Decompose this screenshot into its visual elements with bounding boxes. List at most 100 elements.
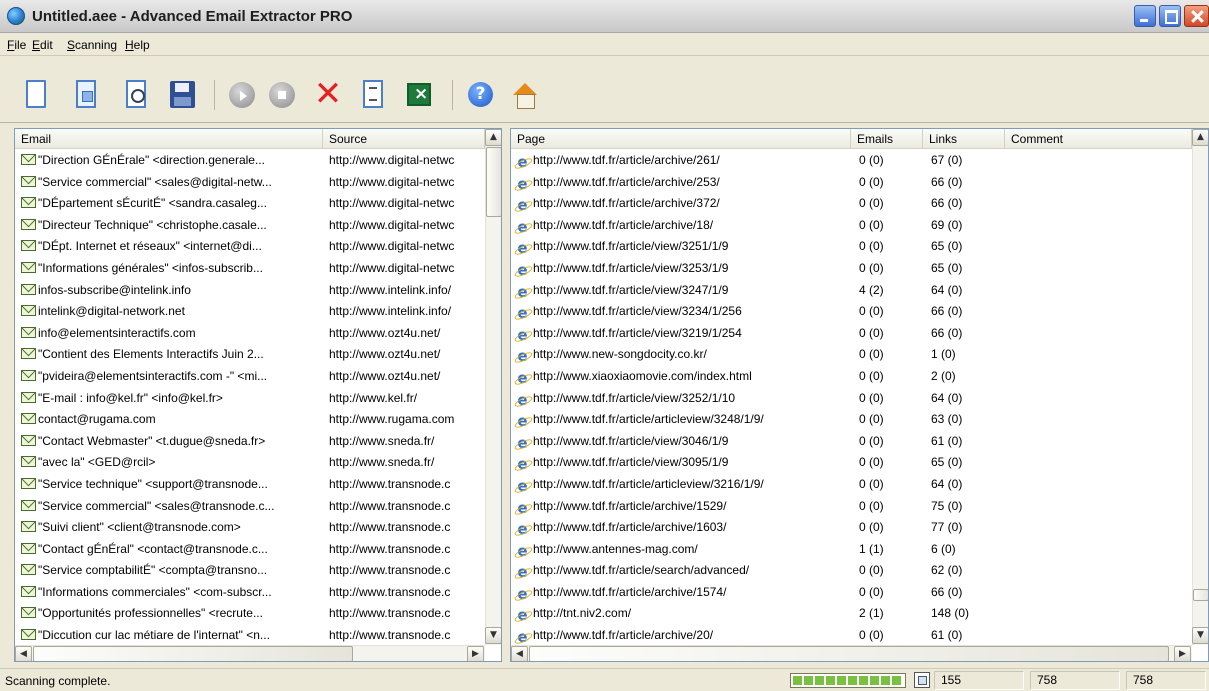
page-cell: e http://www.tdf.fr/article/archive/18/ xyxy=(513,215,849,237)
scroll-thumb[interactable] xyxy=(33,646,353,661)
page-row[interactable]: e http://www.tdf.fr/article/archive/372/0… xyxy=(511,193,1192,215)
column-comment[interactable]: Comment xyxy=(1005,129,1192,149)
page-list[interactable]: Page Emails Links Comment e http://www.td… xyxy=(510,128,1209,662)
menu-edit[interactable]: Edit xyxy=(32,38,53,52)
minimize-button[interactable] xyxy=(1134,5,1156,27)
page-row[interactable]: e http://www.tdf.fr/article/search/advanc… xyxy=(511,560,1192,582)
email-row[interactable]: "Contient des Elements Interactifs Juin … xyxy=(15,344,485,366)
email-text: info@elementsinteractifs.com xyxy=(38,325,196,340)
column-source[interactable]: Source xyxy=(323,129,485,149)
page-row[interactable]: e http://www.tdf.fr/article/archive/261/0… xyxy=(511,150,1192,172)
email-row[interactable]: "pvideira@elementsinteractifs.com -" <mi… xyxy=(15,366,485,388)
scroll-right-icon[interactable]: ▶ xyxy=(467,646,484,661)
page-row[interactable]: e http://www.tdf.fr/article/articleview/3… xyxy=(511,409,1192,431)
email-list-vscrollbar[interactable]: ▲ ▼ xyxy=(485,129,501,645)
page-row[interactable]: e http://www.tdf.fr/article/archive/1574/… xyxy=(511,582,1192,604)
email-row[interactable]: "Service comptabilitÉ" <compta@transno..… xyxy=(15,560,485,582)
export-icon[interactable] xyxy=(359,79,387,111)
page-list-vscrollbar[interactable]: ▲ ▼ xyxy=(1192,129,1208,645)
page-row[interactable]: e http://www.tdf.fr/article/view/3219/1/2… xyxy=(511,323,1192,345)
page-row[interactable]: e http://tnt.niv2.com/2 (1) 148 (0) xyxy=(511,603,1192,625)
email-row[interactable]: intelink@digital-network.net http://www.i… xyxy=(15,301,485,323)
page-row[interactable]: e http://www.tdf.fr/article/view/3046/1/9… xyxy=(511,431,1192,453)
page-url: http://www.tdf.fr/article/archive/261/ xyxy=(533,153,720,167)
source-cell: http://www.digital-netwc xyxy=(329,196,455,211)
stop-icon[interactable] xyxy=(267,79,295,111)
scroll-down-icon[interactable]: ▼ xyxy=(1192,627,1208,644)
page-row[interactable]: e http://www.tdf.fr/article/archive/253/0… xyxy=(511,172,1192,194)
scroll-left-icon[interactable]: ◀ xyxy=(15,646,32,661)
scroll-right-icon[interactable]: ▶ xyxy=(1174,646,1191,661)
find-icon[interactable] xyxy=(122,79,150,111)
help-icon[interactable]: ? xyxy=(466,79,494,111)
column-emails[interactable]: Emails xyxy=(851,129,923,149)
column-email[interactable]: Email xyxy=(15,129,323,149)
home-icon[interactable] xyxy=(510,79,538,111)
page-row[interactable]: e http://www.tdf.fr/article/view/3247/1/9… xyxy=(511,280,1192,302)
email-text: "pvideira@elementsinteractifs.com -" <mi… xyxy=(38,368,268,383)
excel-icon[interactable] xyxy=(404,79,432,111)
email-row[interactable]: "Informations commerciales" <com-subscr.… xyxy=(15,582,485,604)
page-list-hscrollbar[interactable]: ◀ ▶ xyxy=(511,645,1192,661)
email-row[interactable]: "Contact Webmaster" <t.dugue@sneda.fr> ht… xyxy=(15,431,485,453)
pane-splitter[interactable] xyxy=(502,128,510,662)
page-row[interactable]: e http://www.tdf.fr/article/archive/20/0 … xyxy=(511,625,1192,647)
page-row[interactable]: e http://www.tdf.fr/article/archive/18/0 … xyxy=(511,215,1192,237)
title-bar[interactable]: Untitled.aee - Advanced Email Extractor … xyxy=(0,0,1209,33)
column-links[interactable]: Links xyxy=(923,129,1005,149)
delete-icon[interactable]: ✕ xyxy=(313,77,343,111)
page-row[interactable]: e http://www.tdf.fr/article/view/3252/1/1… xyxy=(511,388,1192,410)
page-row[interactable]: e http://www.tdf.fr/article/view/3251/1/9… xyxy=(511,236,1192,258)
email-row[interactable]: "Service technique" <support@transnode..… xyxy=(15,474,485,496)
email-row[interactable]: "DÉpartement sÉcuritÉ" <sandra.casaleg..… xyxy=(15,193,485,215)
email-row[interactable]: "avec la" <GED@rcil> http://www.sneda.fr/ xyxy=(15,452,485,474)
scroll-thumb[interactable] xyxy=(1193,589,1208,601)
email-row[interactable]: "Service commercial" <sales@digital-netw… xyxy=(15,172,485,194)
email-row[interactable]: "E-mail : info@kel.fr" <info@kel.fr> http… xyxy=(15,388,485,410)
email-list-hscrollbar[interactable]: ◀ ▶ xyxy=(15,645,485,661)
menu-help[interactable]: Help xyxy=(125,38,150,52)
envelope-icon xyxy=(21,607,36,619)
column-page[interactable]: Page xyxy=(511,129,851,149)
email-list[interactable]: Email Source "Direction GÉnÉrale" <direc… xyxy=(14,128,502,662)
email-row[interactable]: info@elementsinteractifs.com http://www.o… xyxy=(15,323,485,345)
email-row[interactable]: contact@rugama.com http://www.rugama.com xyxy=(15,409,485,431)
scroll-thumb[interactable] xyxy=(529,646,1169,661)
email-cell: contact@rugama.com xyxy=(19,409,319,431)
start-icon[interactable] xyxy=(227,79,255,111)
maximize-button[interactable] xyxy=(1159,5,1181,27)
email-text: "Suivi client" <client@transnode.com> xyxy=(38,520,241,535)
page-row[interactable]: e http://www.tdf.fr/article/view/3234/1/2… xyxy=(511,301,1192,323)
menu-file[interactable]: File xyxy=(7,38,26,52)
page-row[interactable]: e http://www.new-songdocity.co.kr/0 (0) 1 … xyxy=(511,344,1192,366)
page-row[interactable]: e http://www.tdf.fr/article/archive/1529/… xyxy=(511,496,1192,518)
email-row[interactable]: infos-subscribe@intelink.info http://www.… xyxy=(15,280,485,302)
email-row[interactable]: "Service commercial" <sales@transnode.c.… xyxy=(15,496,485,518)
email-row[interactable]: "Direction GÉnÉrale" <direction.generale… xyxy=(15,150,485,172)
page-row[interactable]: e http://www.tdf.fr/article/articleview/3… xyxy=(511,474,1192,496)
open-project-icon[interactable] xyxy=(72,79,100,111)
email-row[interactable]: "Suivi client" <client@transnode.com> htt… xyxy=(15,517,485,539)
scroll-thumb[interactable] xyxy=(486,147,501,217)
source-cell: http://www.sneda.fr/ xyxy=(329,455,435,470)
page-row[interactable]: e http://www.tdf.fr/article/archive/1603/… xyxy=(511,517,1192,539)
scroll-up-icon[interactable]: ▲ xyxy=(1192,129,1208,146)
scroll-down-icon[interactable]: ▼ xyxy=(485,627,501,644)
menu-scanning[interactable]: Scanning xyxy=(67,38,117,52)
email-row[interactable]: "Opportunités professionnelles" <recrute… xyxy=(15,603,485,625)
email-row[interactable]: "Contact gÉnÉral" <contact@transnode.c..… xyxy=(15,539,485,561)
page-cell: e http://www.tdf.fr/article/view/3251/1/9 xyxy=(513,236,849,258)
email-row[interactable]: "DÉpt. Internet et réseaux" <internet@di… xyxy=(15,236,485,258)
page-row[interactable]: e http://www.tdf.fr/article/view/3253/1/9… xyxy=(511,258,1192,280)
email-row[interactable]: "Diccution cur lac métiare de l'internat… xyxy=(15,625,485,647)
close-button[interactable] xyxy=(1184,5,1209,27)
page-row[interactable]: e http://www.tdf.fr/article/view/3095/1/9… xyxy=(511,452,1192,474)
scroll-up-icon[interactable]: ▲ xyxy=(485,129,501,146)
email-row[interactable]: "Directeur Technique" <christophe.casale… xyxy=(15,215,485,237)
email-row[interactable]: "Informations générales" <infos-subscrib… xyxy=(15,258,485,280)
page-row[interactable]: e http://www.antennes-mag.com/1 (1) 6 (0) xyxy=(511,539,1192,561)
save-icon[interactable] xyxy=(168,79,196,111)
new-document-icon[interactable] xyxy=(22,79,50,111)
page-row[interactable]: e http://www.xiaoxiaomovie.com/index.html… xyxy=(511,366,1192,388)
scroll-left-icon[interactable]: ◀ xyxy=(511,646,528,661)
